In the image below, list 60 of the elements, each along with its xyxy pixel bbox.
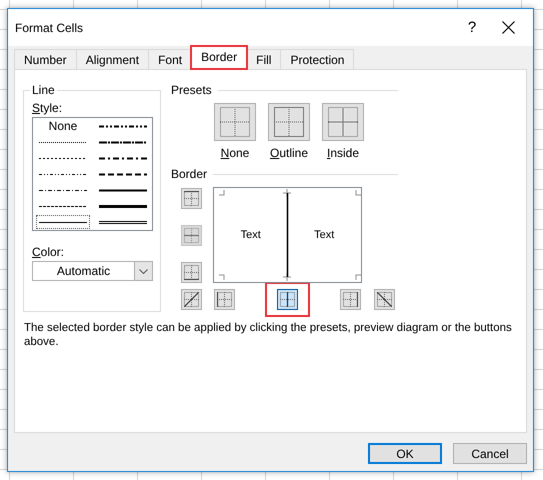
border-toggle-button[interactable] — [181, 289, 202, 310]
line-sample-icon — [98, 220, 146, 224]
line-sample-icon — [98, 156, 146, 160]
border-line-icon — [184, 292, 199, 307]
color-dropdown[interactable]: Automatic — [32, 261, 153, 281]
border-toggle-button[interactable] — [277, 289, 298, 310]
border-toggle-button[interactable] — [181, 262, 202, 283]
tab[interactable]: Number — [14, 49, 77, 69]
help-button[interactable]: ? — [459, 19, 485, 36]
border-line-icon — [377, 292, 392, 307]
border-preview[interactable]: Text Text — [213, 187, 362, 283]
preset-none-icon — [220, 107, 250, 137]
style-label: Style: — [32, 101, 62, 115]
border-line-icon — [184, 265, 199, 280]
preset-outline-icon — [274, 107, 304, 137]
line-sample-icon — [98, 188, 146, 192]
line-sample-icon — [98, 124, 146, 128]
border-toggle-button[interactable] — [374, 289, 395, 310]
line-sample-icon — [39, 172, 87, 176]
preview-text: Text — [314, 229, 334, 241]
cancel-button[interactable]: Cancel — [453, 443, 527, 464]
group-title: Line — [30, 83, 57, 97]
border-toggle-button[interactable] — [340, 289, 361, 310]
line-sample-icon — [39, 188, 87, 192]
tab[interactable]: Alignment — [76, 49, 150, 69]
border-line-icon — [343, 292, 358, 307]
ok-button[interactable]: OK — [368, 443, 442, 464]
border-line-icon — [280, 292, 295, 307]
preset-label: Inside — [326, 146, 360, 160]
line-sample-icon — [39, 220, 87, 224]
preset-label: Outline — [270, 146, 308, 160]
close-button[interactable] — [499, 18, 517, 36]
line-sample-icon — [98, 204, 146, 208]
line-sample-icon — [39, 204, 87, 208]
preset-button[interactable] — [322, 103, 364, 141]
border-toggle-button[interactable] — [214, 289, 235, 310]
chevron-down-icon — [139, 268, 148, 274]
tab[interactable]: Protection — [280, 49, 354, 69]
section-title: Border — [171, 167, 208, 181]
line-sample-icon — [98, 140, 146, 144]
close-icon — [502, 21, 514, 34]
border-line-icon — [184, 191, 199, 206]
preset-inside-icon — [328, 107, 358, 137]
preset-button[interactable] — [268, 103, 310, 141]
window-title: Format Cells — [15, 20, 84, 34]
border-line-icon — [217, 292, 232, 307]
line-sample-icon — [39, 140, 87, 144]
line-style-option[interactable]: None — [35, 118, 91, 134]
description-text: The selected border style can be applied by clicking the presets, preview diagram or the buttons above. — [24, 321, 513, 349]
line-style-option[interactable] — [35, 214, 91, 230]
section-title: Presets — [171, 83, 212, 97]
preset-button[interactable] — [214, 103, 256, 141]
line-sample-icon — [39, 156, 87, 160]
border-line-icon — [184, 228, 199, 243]
line-sample-icon — [98, 172, 146, 176]
preset-label: None — [220, 146, 250, 160]
tab[interactable]: Border — [191, 46, 248, 69]
color-label: Color: — [32, 245, 64, 259]
preview-text: Text — [240, 229, 261, 241]
border-toggle-button[interactable] — [181, 188, 202, 209]
